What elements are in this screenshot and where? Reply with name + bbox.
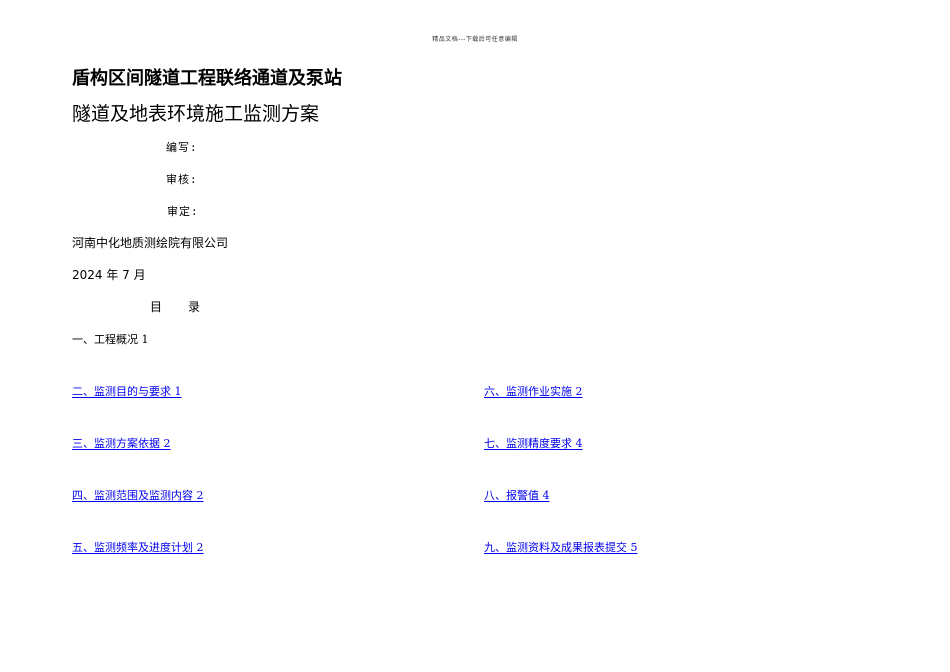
toc-link-objectives[interactable]: 二、监测目的与要求 1 <box>72 383 182 399</box>
document-date: 2024 年 7 月 <box>72 268 146 282</box>
document-title-line-2: 隧道及地表环境施工监测方案 <box>72 103 320 125</box>
toc-item-project-overview: 一、工程概况 1 <box>72 333 149 346</box>
toc-link-implementation[interactable]: 六、监测作业实施 2 <box>484 383 583 399</box>
toc-heading-char-2: 录 <box>188 300 201 314</box>
toc-heading: 目录 <box>150 298 200 315</box>
document-title-line-1: 盾构区间隧道工程联络通道及泵站 <box>72 68 342 89</box>
organization-name: 河南中化地质测绘院有限公司 <box>72 236 229 250</box>
toc-link-scope[interactable]: 四、监测范围及监测内容 2 <box>72 487 204 503</box>
toc-link-basis[interactable]: 三、监测方案依据 2 <box>72 435 171 451</box>
review-signature-label: 审核: <box>166 173 198 186</box>
toc-link-alarm-values[interactable]: 八、报警值 4 <box>484 487 550 503</box>
toc-link-accuracy[interactable]: 七、监测精度要求 4 <box>484 435 583 451</box>
toc-link-frequency[interactable]: 五、监测频率及进度计划 2 <box>72 539 204 555</box>
compile-signature-label: 编写: <box>166 141 198 154</box>
toc-link-reports[interactable]: 九、监测资料及成果报表提交 5 <box>484 539 638 555</box>
header-note: 精品文档---下载后可任意编辑 <box>432 36 518 43</box>
toc-heading-char-1: 目 <box>150 300 163 314</box>
approve-signature-label: 审定: <box>167 205 199 218</box>
